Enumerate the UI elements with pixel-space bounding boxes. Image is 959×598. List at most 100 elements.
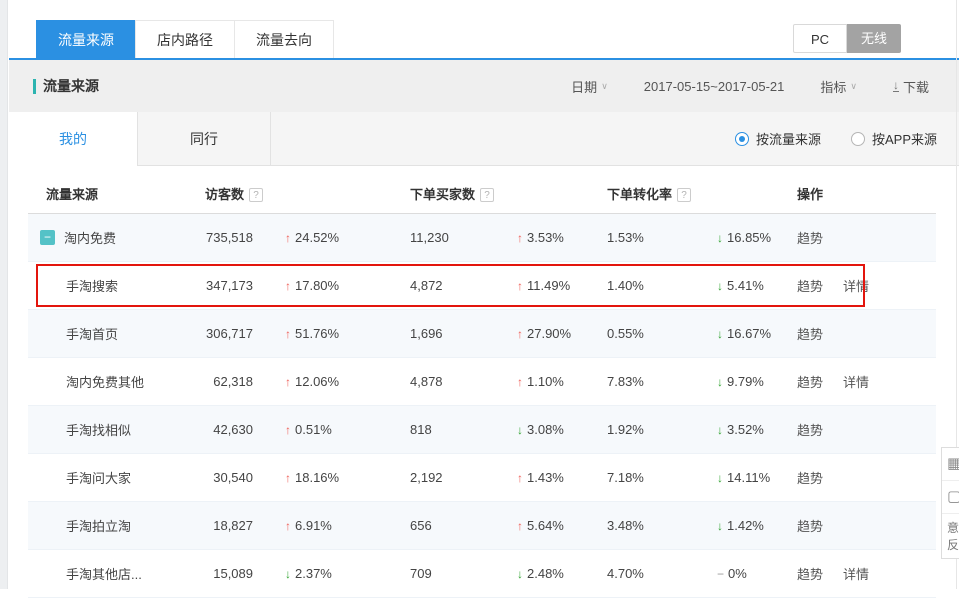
visitors-cell: 15,089	[188, 566, 253, 581]
conversion-cell: 7.83%	[607, 374, 685, 389]
conversion-cell: 7.18%	[607, 470, 685, 485]
down-arrow-icon: ↓	[717, 375, 723, 389]
table-row: 手淘拍立淘18,827↑6.91%656↑5.64%3.48%↓1.42%趋势	[28, 502, 936, 550]
trend-link[interactable]: 趋势	[797, 375, 823, 390]
visitors-cell: 735,518	[188, 230, 253, 245]
toggle-wireless[interactable]: 无线	[847, 24, 901, 53]
up-arrow-icon: ↑	[517, 279, 523, 293]
visitors-cell: 306,717	[188, 326, 253, 341]
conversion-change-cell: −0%	[685, 566, 797, 581]
collapse-icon[interactable]: −	[40, 230, 55, 245]
buyers-change-cell: ↑1.43%	[485, 470, 607, 485]
trend-link[interactable]: 趋势	[797, 279, 823, 294]
trend-link[interactable]: 趋势	[797, 423, 823, 438]
source-name-cell: −淘内免费	[40, 228, 188, 247]
metrics-dropdown[interactable]: 指标 ∨	[820, 77, 857, 96]
trend-link[interactable]: 趋势	[797, 471, 823, 486]
radio-by-app-source[interactable]: 按APP来源	[851, 129, 937, 148]
visitors-change-cell: ↑18.16%	[253, 470, 410, 485]
source-name-cell: 手淘找相似	[40, 420, 188, 439]
chevron-down-icon: ∨	[850, 81, 857, 92]
visitors-change-cell: ↑24.52%	[253, 230, 410, 245]
header-visitors: 访客数?	[188, 184, 410, 203]
table-row: 手淘其他店...15,089↓2.37%709↓2.48%4.70%−0%趋势详…	[28, 550, 936, 598]
traffic-source-page: 流量来源 店内路径 流量去向 PC 无线 流量来源 日期 ∨ 2017-05-1…	[9, 0, 959, 589]
help-icon[interactable]: ?	[677, 188, 691, 202]
tab-peers[interactable]: 同行	[138, 112, 271, 165]
up-arrow-icon: ↑	[517, 471, 523, 485]
help-icon[interactable]: ?	[480, 188, 494, 202]
top-tab-bar: 流量来源 店内路径 流量去向 PC 无线	[9, 0, 959, 60]
visitors-cell: 30,540	[188, 470, 253, 485]
trend-link[interactable]: 趋势	[797, 519, 823, 534]
feedback-vertical-label[interactable]: 意 反	[942, 514, 959, 558]
table-row: 手淘首页306,717↑51.76%1,696↑27.90%0.55%↓16.6…	[28, 310, 936, 358]
conversion-cell: 1.92%	[607, 422, 685, 437]
up-arrow-icon: ↑	[517, 231, 523, 245]
source-name-cell: 手淘搜索	[40, 276, 188, 295]
header-conversion: 下单转化率?	[607, 184, 797, 203]
visitors-change-cell: ↑12.06%	[253, 374, 410, 389]
trend-link[interactable]: 趋势	[797, 231, 823, 246]
title-accent-bar	[33, 79, 36, 94]
download-icon: ↓	[893, 80, 899, 92]
down-arrow-icon: ↓	[717, 471, 723, 485]
up-arrow-icon: ↑	[285, 375, 291, 389]
visitors-cell: 62,318	[188, 374, 253, 389]
tab-instore-path[interactable]: 店内路径	[135, 20, 235, 58]
action-cell: 趋势	[797, 468, 936, 487]
panel-icon[interactable]: ▢	[942, 481, 959, 514]
table-row: 手淘找相似42,630↑0.51%818↓3.08%1.92%↓3.52%趋势	[28, 406, 936, 454]
buyers-change-cell: ↑11.49%	[485, 278, 607, 293]
trend-link[interactable]: 趋势	[797, 567, 823, 582]
visitors-change-cell: ↑17.80%	[253, 278, 410, 293]
feedback-side-widget[interactable]: ▦ ▢ 意 反	[941, 447, 959, 559]
conversion-change-cell: ↓14.11%	[685, 470, 797, 485]
conversion-change-cell: ↓5.41%	[685, 278, 797, 293]
visitors-change-cell: ↑6.91%	[253, 518, 410, 533]
toggle-pc[interactable]: PC	[793, 24, 847, 53]
source-name-cell: 淘内免费其他	[40, 372, 188, 391]
conversion-cell: 0.55%	[607, 326, 685, 341]
trend-link[interactable]: 趋势	[797, 327, 823, 342]
tab-traffic-destination[interactable]: 流量去向	[234, 20, 334, 58]
source-name-cell: 手淘首页	[40, 324, 188, 343]
table-row: −淘内免费735,518↑24.52%11,230↑3.53%1.53%↓16.…	[28, 214, 936, 262]
detail-link[interactable]: 详情	[843, 567, 869, 582]
conversion-change-cell: ↓16.67%	[685, 326, 797, 341]
action-cell: 趋势	[797, 516, 936, 535]
header-buyers: 下单买家数?	[410, 184, 607, 203]
down-arrow-icon: ↓	[717, 423, 723, 437]
table-header-row: 流量来源 访客数? 下单买家数? 下单转化率? 操作	[28, 174, 936, 214]
header-action: 操作	[797, 184, 936, 203]
date-range-value: 2017-05-15~2017-05-21	[644, 79, 785, 94]
buyers-cell: 818	[410, 422, 485, 437]
chevron-down-icon: ∨	[601, 81, 608, 92]
up-arrow-icon: ↑	[285, 231, 291, 245]
buyers-cell: 1,696	[410, 326, 485, 341]
date-dropdown[interactable]: 日期 ∨	[571, 77, 608, 96]
filter-bar: 流量来源 日期 ∨ 2017-05-15~2017-05-21 指标 ∨ ↓ 下…	[9, 60, 959, 112]
tab-mine[interactable]: 我的	[9, 112, 138, 166]
action-cell: 趋势 详情	[797, 372, 936, 391]
table-row: 手淘问大家30,540↑18.16%2,192↑1.43%7.18%↓14.11…	[28, 454, 936, 502]
buyers-change-cell: ↑1.10%	[485, 374, 607, 389]
conversion-change-cell: ↓1.42%	[685, 518, 797, 533]
qr-icon[interactable]: ▦	[942, 448, 959, 481]
down-arrow-icon: ↓	[517, 423, 523, 437]
down-arrow-icon: ↓	[717, 231, 723, 245]
action-cell: 趋势 详情	[797, 564, 936, 583]
tab-traffic-source[interactable]: 流量来源	[36, 20, 136, 58]
download-button[interactable]: ↓ 下载	[893, 77, 929, 96]
buyers-cell: 2,192	[410, 470, 485, 485]
page-left-gutter	[0, 0, 8, 589]
up-arrow-icon: ↑	[517, 375, 523, 389]
help-icon[interactable]: ?	[249, 188, 263, 202]
detail-link[interactable]: 详情	[843, 375, 869, 390]
table-body: −淘内免费735,518↑24.52%11,230↑3.53%1.53%↓16.…	[28, 214, 936, 598]
detail-link[interactable]: 详情	[843, 279, 869, 294]
buyers-cell: 4,878	[410, 374, 485, 389]
radio-by-traffic-source[interactable]: 按流量来源	[735, 129, 821, 148]
down-arrow-icon: ↓	[285, 567, 291, 581]
up-arrow-icon: ↑	[285, 519, 291, 533]
